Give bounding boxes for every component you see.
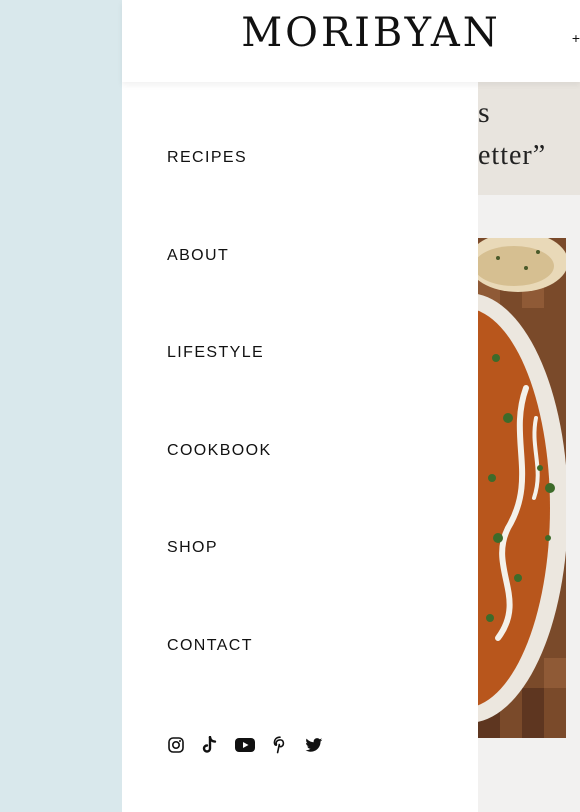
site-header: MORIBYAN + — [122, 0, 580, 82]
youtube-icon[interactable] — [235, 736, 255, 754]
page-backdrop-left — [0, 0, 122, 812]
instagram-icon[interactable] — [167, 736, 185, 754]
quote-fragment-line2: etter” — [478, 140, 547, 171]
menu-item-recipes[interactable]: RECIPES — [167, 149, 247, 167]
social-links — [167, 736, 323, 754]
tiktok-icon[interactable] — [201, 736, 219, 754]
twitter-icon[interactable] — [305, 736, 323, 754]
header-partial-icon: + — [571, 30, 580, 46]
pinterest-icon[interactable] — [271, 736, 289, 754]
menu-item-cookbook[interactable]: COOKBOOK — [167, 442, 272, 460]
curry-bowl-illustration — [478, 238, 566, 738]
site-logo[interactable]: MORIBYAN — [122, 10, 580, 56]
menu-item-lifestyle[interactable]: LIFESTYLE — [167, 344, 264, 362]
featured-recipe-image[interactable] — [478, 238, 566, 738]
menu-item-shop[interactable]: SHOP — [167, 539, 218, 557]
menu-item-about[interactable]: ABOUT — [167, 247, 229, 265]
quote-banner: s etter” — [478, 82, 580, 195]
navigation-drawer: RECIPES ABOUT LIFESTYLE COOKBOOK SHOP CO… — [122, 82, 478, 812]
menu-item-contact[interactable]: CONTACT — [167, 637, 253, 655]
quote-fragment-line1: s — [478, 96, 490, 129]
